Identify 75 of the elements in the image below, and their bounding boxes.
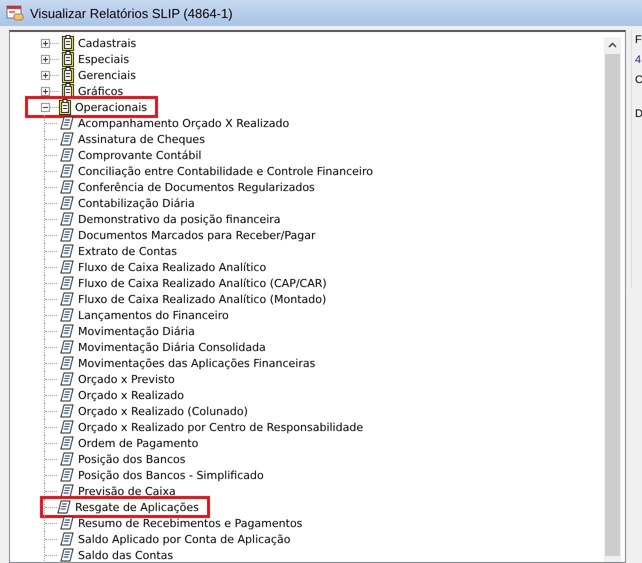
tree-report-item[interactable]: Contabilização Diária xyxy=(57,195,201,211)
tree-report-item[interactable]: Movimentação Diária Consolidada xyxy=(57,339,272,355)
tree-report-item[interactable]: Assinatura de Cheques xyxy=(57,131,211,147)
tree-report-item[interactable]: Saldo das Contas xyxy=(57,547,180,563)
expand-toggle[interactable] xyxy=(41,54,50,64)
tree-report-item[interactable]: Conciliação entre Contabilidade e Controle Financeiro xyxy=(57,163,379,179)
side-panel-text: 4 xyxy=(635,54,642,66)
tree-report-item[interactable]: Posição dos Bancos xyxy=(57,451,192,467)
report-page-icon xyxy=(60,516,74,530)
expand-toggle[interactable] xyxy=(41,70,50,80)
tree-folder-item[interactable]: Gerenciais xyxy=(59,67,142,83)
report-page-icon xyxy=(60,228,74,242)
report-page-icon xyxy=(60,148,74,162)
report-page-icon xyxy=(60,276,74,290)
clipboard-icon xyxy=(59,99,71,115)
tree-report-item[interactable]: Movimentações das Aplicações Financeiras xyxy=(57,355,322,371)
tree-report-item[interactable]: Comprovante Contábil xyxy=(57,147,208,163)
collapse-toggle[interactable] xyxy=(41,102,50,112)
tree-folder-item[interactable]: Gráficos xyxy=(59,83,130,99)
tree-report-item[interactable]: Orçado x Realizado xyxy=(57,387,190,403)
tree-folder-item[interactable]: Cadastrais xyxy=(59,35,142,51)
report-page-icon xyxy=(60,356,74,370)
tree-report-item[interactable]: Acompanhamento Orçado X Realizado xyxy=(57,115,296,131)
tree-report-item[interactable]: Saldo Aplicado por Conta de Aplicação xyxy=(57,531,296,547)
clipboard-icon xyxy=(62,67,74,83)
report-page-icon xyxy=(60,420,74,434)
tree-report-item[interactable]: Lançamentos do Financeiro xyxy=(57,307,235,323)
tree-report-item[interactable]: Demonstrativo da posição financeira xyxy=(57,211,287,227)
report-page-icon xyxy=(60,308,74,322)
report-page-icon xyxy=(60,388,74,402)
report-page-icon xyxy=(60,260,74,274)
report-page-icon xyxy=(60,324,74,338)
clipboard-icon xyxy=(62,51,74,67)
expand-toggle[interactable] xyxy=(41,86,50,96)
window-app-icon xyxy=(6,5,24,21)
tree-report-item[interactable]: Documentos Marcados para Receber/Pagar xyxy=(57,227,322,243)
tree-folder-item[interactable]: Especiais xyxy=(59,51,136,67)
report-page-icon xyxy=(60,116,74,130)
report-page-icon xyxy=(60,452,74,466)
tree-report-item[interactable]: Orçado x Previsto xyxy=(57,371,181,387)
report-page-icon xyxy=(60,212,74,226)
report-page-icon xyxy=(60,340,74,354)
tree-report-item[interactable]: Ordem de Pagamento xyxy=(57,435,204,451)
report-page-icon xyxy=(60,484,74,498)
tree-report-item[interactable]: Resgate de Aplicações xyxy=(40,496,210,518)
tree-report-item[interactable]: Posição dos Bancos - Simplificado xyxy=(57,467,270,483)
tree-report-item[interactable]: Resumo de Recebimentos e Pagamentos xyxy=(57,515,308,531)
tree-report-item[interactable]: Fluxo de Caixa Realizado Analítico (CAP/CAR) xyxy=(57,275,333,291)
scrollbar-thumb[interactable] xyxy=(605,54,620,556)
vertical-scrollbar[interactable] xyxy=(604,37,621,562)
clipboard-icon xyxy=(62,35,74,51)
tree-report-item[interactable]: Fluxo de Caixa Realizado Analítico xyxy=(57,259,272,275)
tree-report-item[interactable]: Orçado x Realizado (Colunado) xyxy=(57,403,254,419)
report-page-icon xyxy=(60,468,74,482)
report-page-icon xyxy=(60,164,74,178)
expand-toggle[interactable] xyxy=(41,38,50,48)
tree-report-item[interactable]: Previsão de Caixa xyxy=(57,483,182,499)
side-panel-text: F xyxy=(635,34,642,46)
tree-folder-item[interactable]: Operacionais xyxy=(25,96,158,118)
report-page-icon xyxy=(60,404,74,418)
tree-report-item[interactable]: Conferência de Documentos Regularizados xyxy=(57,179,321,195)
report-page-icon xyxy=(57,500,71,514)
report-page-icon xyxy=(60,132,74,146)
tree-report-item[interactable]: Orçado x Realizado por Centro de Responsabilidade xyxy=(57,419,370,435)
report-page-icon xyxy=(60,180,74,194)
report-page-icon xyxy=(60,532,74,546)
report-page-icon xyxy=(60,196,74,210)
tree-report-item[interactable]: Movimentação Diária xyxy=(57,323,201,339)
report-page-icon xyxy=(60,292,74,306)
tree-report-item[interactable]: Fluxo de Caixa Realizado Analítico (Montado) xyxy=(57,291,332,307)
report-page-icon xyxy=(60,244,74,258)
window-title: Visualizar Relatórios SLIP (4864-1) xyxy=(30,6,233,20)
tree-report-item[interactable]: Extrato de Contas xyxy=(57,243,183,259)
report-page-icon xyxy=(60,372,74,386)
report-page-icon xyxy=(60,436,74,450)
